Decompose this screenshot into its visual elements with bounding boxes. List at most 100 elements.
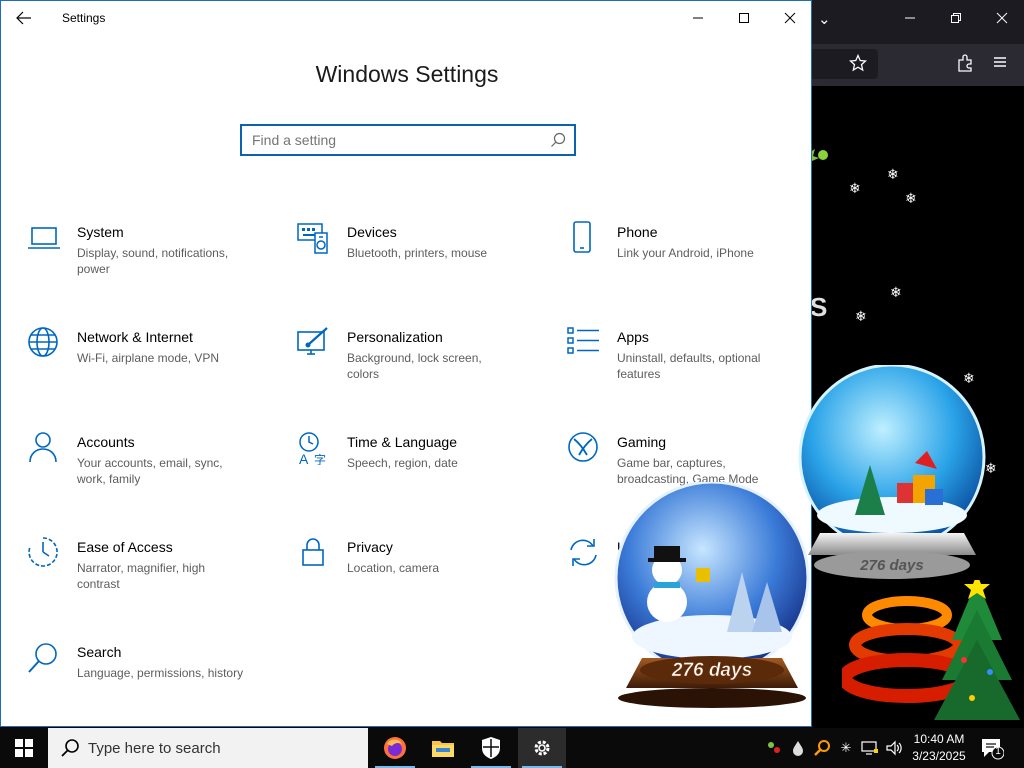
- tile-description: Narrator, magnifier, high contrast: [77, 561, 206, 591]
- tray-snowflake-icon[interactable]: ✳: [836, 728, 856, 768]
- lock-icon: [302, 538, 324, 566]
- time-language-icon: A字: [299, 432, 326, 465]
- update-icon: [570, 539, 597, 566]
- globe-icon: [28, 327, 58, 357]
- file-explorer-icon: [432, 741, 454, 757]
- notification-count: 1: [995, 746, 1001, 757]
- windows-logo-icon: [15, 739, 33, 757]
- taskbar-clock[interactable]: 10:40 AM 3/23/2025: [908, 731, 970, 765]
- taskbar-search-text: Type here to search: [88, 740, 221, 757]
- taskbar: Type here to search ✳ 10:40 AM 3/23/2025…: [0, 728, 1024, 768]
- taskbar-app-firefox[interactable]: [371, 728, 419, 768]
- browser-chevron-down-icon[interactable]: ⌄: [818, 10, 831, 30]
- tile-title: Time & Language: [347, 434, 457, 450]
- browser-restore-button[interactable]: [946, 10, 966, 30]
- tile-title: Personalization: [347, 329, 443, 345]
- snowflake-icon: ❄: [855, 308, 867, 324]
- svg-text:A: A: [299, 451, 309, 465]
- settings-tile-search[interactable]: Search Language, permissions, history: [27, 641, 267, 721]
- tile-title: Ease of Access: [77, 539, 173, 555]
- laptop-icon: [28, 227, 60, 249]
- snowflake-icon: ❄: [849, 180, 861, 196]
- tile-title: Phone: [617, 224, 658, 240]
- search-icon: [28, 643, 57, 673]
- tile-title: Search: [77, 644, 122, 660]
- tile-title: System: [77, 224, 124, 240]
- browser-minimize-button[interactable]: [900, 10, 920, 30]
- tile-description: Your accounts, email, sync, work, family: [77, 456, 223, 486]
- settings-tile-devices[interactable]: Devices Bluetooth, printers, mouse: [297, 221, 537, 301]
- settings-tile-apps[interactable]: Apps Uninstall, defaults, optional featu…: [567, 326, 807, 406]
- tile-description: Speech, region, date: [347, 456, 458, 470]
- tile-description: Uninstall, defaults, optional features: [617, 351, 761, 381]
- bookmark-star-icon[interactable]: [848, 53, 868, 78]
- tray-search-tool-icon[interactable]: [812, 728, 832, 768]
- clock-date: 3/23/2025: [912, 749, 966, 763]
- settings-tile-personalization[interactable]: Personalization Background, lock screen,…: [297, 326, 537, 406]
- tile-title: Network & Internet: [77, 329, 193, 345]
- notification-center-button[interactable]: 1: [980, 736, 1005, 760]
- brush-icon: [297, 327, 328, 355]
- find-setting-search-box[interactable]: [240, 124, 576, 156]
- network-icon[interactable]: [859, 728, 881, 768]
- tile-title: Privacy: [347, 539, 393, 555]
- settings-icon: [534, 740, 550, 756]
- tile-description: Link your Android, iPhone: [617, 246, 754, 260]
- search-icon: [550, 132, 566, 153]
- settings-tile-phone[interactable]: Phone Link your Android, iPhone: [567, 221, 807, 301]
- taskbar-app-file-explorer[interactable]: [419, 728, 467, 768]
- settings-tile-ease-of-access[interactable]: Ease of Access Narrator, magnifier, high…: [27, 536, 267, 616]
- close-button[interactable]: [767, 3, 811, 33]
- tile-description: Wi-Fi, airplane mode, VPN: [77, 351, 220, 365]
- svg-text:字: 字: [314, 452, 326, 465]
- back-arrow-icon: [16, 11, 31, 25]
- extensions-icon[interactable]: [955, 54, 975, 78]
- search-input[interactable]: [252, 131, 542, 149]
- settings-tile-accounts[interactable]: Accounts Your accounts, email, sync, wor…: [27, 431, 267, 511]
- tile-description: Background, lock screen, colors: [347, 351, 482, 381]
- snowflake-icon: ❄: [887, 166, 899, 182]
- tile-title: Apps: [617, 329, 649, 345]
- tile-title: Devices: [347, 224, 397, 240]
- settings-tile-system[interactable]: System Display, sound, notifications, po…: [27, 221, 267, 301]
- globe-countdown-label: 276 days: [859, 557, 923, 574]
- taskbar-app-settings[interactable]: [518, 728, 566, 768]
- clock-time: 10:40 AM: [913, 732, 965, 746]
- page-title: Windows Settings: [315, 61, 499, 87]
- taskbar-app-windows-security[interactable]: [467, 728, 515, 768]
- firefox-icon: [384, 737, 406, 759]
- settings-tile-network-internet[interactable]: Network & Internet Wi-Fi, airplane mode,…: [27, 326, 267, 406]
- keyboard-icon: [297, 223, 328, 254]
- search-icon: [61, 739, 79, 757]
- menu-icon[interactable]: [990, 54, 1010, 76]
- title-bar: Settings: [1, 1, 811, 35]
- tray-droplet-icon[interactable]: [788, 728, 808, 768]
- xbox-icon: [568, 432, 598, 462]
- snow-globe-left: 276 days: [612, 480, 817, 722]
- apps-list-icon: [567, 327, 599, 354]
- ease-of-access-icon: [28, 537, 58, 567]
- minimize-button[interactable]: [675, 3, 721, 33]
- tile-description: Display, sound, notifications, power: [77, 246, 229, 276]
- browser-url-bar-end[interactable]: [812, 49, 878, 79]
- tile-description: Language, permissions, history: [77, 666, 244, 680]
- window-title: Settings: [62, 11, 106, 25]
- settings-tile-time-language[interactable]: A字 Time & Language Speech, region, date: [297, 431, 537, 511]
- snowflake-icon: ❄: [905, 190, 917, 206]
- tile-description: Location, camera: [347, 561, 440, 575]
- taskbar-search-box[interactable]: Type here to search: [48, 728, 368, 768]
- settings-tile-privacy[interactable]: Privacy Location, camera: [297, 536, 537, 616]
- tray-app-icon[interactable]: [764, 728, 784, 768]
- snow-globe-right: 276 days: [795, 363, 995, 590]
- start-button[interactable]: [0, 728, 48, 768]
- volume-icon[interactable]: [884, 728, 904, 768]
- background-page-text: S: [810, 292, 828, 322]
- phone-icon: [573, 221, 591, 253]
- maximize-button[interactable]: [721, 3, 767, 33]
- person-icon: [29, 432, 57, 463]
- browser-close-button[interactable]: [992, 10, 1012, 30]
- tile-title: Gaming: [617, 434, 667, 450]
- christmas-trees-decoration: [838, 574, 1024, 728]
- back-button[interactable]: [9, 5, 39, 31]
- snowflake-icon: ❄: [890, 284, 902, 300]
